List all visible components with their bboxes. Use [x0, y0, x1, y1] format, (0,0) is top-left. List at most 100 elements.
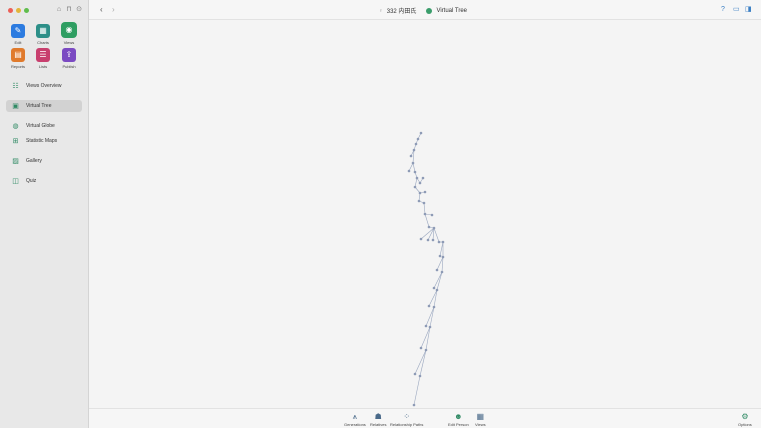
- tree-person-node[interactable]: [430, 213, 434, 217]
- edit-person-icon: ☻: [454, 412, 463, 421]
- tree-person-node[interactable]: [416, 137, 420, 141]
- tree-person-node[interactable]: [418, 374, 422, 378]
- tile-publish[interactable]: ⇪ Publish: [59, 48, 79, 69]
- tree-person-node[interactable]: [421, 176, 425, 180]
- charts-icon: ▦: [36, 24, 50, 38]
- tree-person-node[interactable]: [428, 325, 432, 329]
- minimize-window-button[interactable]: [16, 8, 21, 13]
- tile-views[interactable]: ◉ Views: [59, 22, 79, 45]
- close-window-button[interactable]: [8, 8, 13, 13]
- edit-person-button[interactable]: ☻ Edit Person: [448, 412, 469, 427]
- tree-person-node[interactable]: [424, 348, 428, 352]
- forward-arrow-icon[interactable]: ›: [112, 5, 115, 15]
- tree-person-node[interactable]: [409, 154, 413, 158]
- tree-person-node[interactable]: [411, 161, 415, 165]
- tree-person-node[interactable]: [413, 372, 417, 376]
- tree-person-node[interactable]: [413, 170, 417, 174]
- virtual-tree-icon: ▣: [12, 102, 19, 110]
- current-person[interactable]: 332 内田氏: [387, 6, 417, 15]
- window-icon[interactable]: ▭: [733, 5, 740, 14]
- reports-icon: ▤: [11, 48, 25, 62]
- tree-person-node[interactable]: [417, 199, 421, 203]
- tree-edge: [424, 213, 430, 228]
- tile-lists-label: Lists: [38, 64, 48, 69]
- tree-edge: [439, 241, 444, 257]
- tree-person-node[interactable]: [427, 304, 431, 308]
- tree-person-node[interactable]: [437, 240, 441, 244]
- sidebar-item-label: Virtual Tree: [26, 103, 52, 109]
- tree-edge: [423, 202, 426, 215]
- generations-button[interactable]: ⩚ Generations: [344, 412, 366, 427]
- search-person-icon[interactable]: ⊙: [75, 6, 83, 14]
- tree-person-node[interactable]: [412, 403, 416, 407]
- toolbar-title: ♀ 332 内田氏 Virtual Tree: [379, 6, 467, 15]
- publish-icon: ⇪: [62, 48, 76, 62]
- relatives-button[interactable]: ☗ Relatives: [370, 412, 386, 427]
- views-grid-icon: ▦: [476, 412, 485, 421]
- tree-edge: [414, 177, 418, 188]
- back-arrow-icon[interactable]: ‹: [100, 5, 103, 15]
- tree-person-node[interactable]: [415, 176, 419, 180]
- generations-icon: ⩚: [352, 412, 358, 421]
- tile-lists[interactable]: ☰ Lists: [33, 48, 53, 69]
- tree-person-node[interactable]: [422, 201, 426, 205]
- help-icon[interactable]: ?: [721, 5, 725, 14]
- tree-person-node[interactable]: [419, 346, 423, 350]
- tree-person-node[interactable]: [432, 305, 436, 309]
- views-overview-icon: ☷: [12, 82, 19, 90]
- tree-person-node[interactable]: [432, 286, 436, 290]
- sidebar: ⌂ ⊓ ⊙ ✎ Edit ▦ Charts ◉ Views ▤ Reports …: [0, 0, 89, 428]
- virtual-tree-canvas[interactable]: [89, 20, 761, 408]
- tile-reports[interactable]: ▤ Reports: [8, 48, 28, 69]
- options-gear-icon: ⚙: [741, 412, 749, 421]
- sidebar-item-quiz[interactable]: ◫ Quiz: [6, 175, 82, 187]
- bookmark-icon[interactable]: ⊓: [65, 6, 73, 14]
- tree-person-node[interactable]: [432, 226, 436, 230]
- tree-person-node[interactable]: [438, 254, 442, 258]
- tree-person-node[interactable]: [423, 212, 427, 216]
- sidebar-item-gallery[interactable]: ▨ Gallery: [6, 155, 82, 167]
- tree-person-node[interactable]: [414, 142, 418, 146]
- tree-person-node[interactable]: [427, 225, 431, 229]
- sidebar-item-statistic-maps[interactable]: ⊞ Statistic Maps: [6, 135, 82, 147]
- tree-person-node[interactable]: [440, 270, 444, 274]
- statistic-maps-icon: ⊞: [12, 137, 19, 145]
- tile-charts[interactable]: ▦ Charts: [33, 24, 53, 45]
- tree-edge: [429, 306, 435, 328]
- tree-edge: [419, 349, 427, 377]
- tree-edge: [408, 162, 414, 172]
- tree-person-node[interactable]: [419, 131, 423, 135]
- tree-person-node[interactable]: [426, 238, 430, 242]
- virtual-tree-graph[interactable]: [89, 20, 761, 408]
- relationship-paths-button[interactable]: ⁘ Relationship Paths: [390, 412, 423, 427]
- tree-person-node[interactable]: [423, 190, 427, 194]
- options-label: Options: [738, 422, 752, 427]
- tree-person-node[interactable]: [419, 237, 423, 241]
- sidebar-item-virtual-globe[interactable]: ◍ Virtual Globe: [6, 120, 82, 132]
- sidebar-item-views-overview[interactable]: ☷ Views Overview: [6, 80, 82, 92]
- sidebar-toggle-icon[interactable]: ◨: [745, 5, 752, 14]
- options-button[interactable]: ⚙ Options: [738, 412, 752, 427]
- sidebar-item-virtual-tree[interactable]: ▣ Virtual Tree: [6, 100, 82, 112]
- tree-edge: [414, 349, 427, 375]
- tree-person-node[interactable]: [412, 148, 416, 152]
- views-button[interactable]: ▦ Views: [475, 412, 486, 427]
- globe-icon: ◍: [12, 122, 19, 130]
- bottom-toolbar: ⩚ Generations ☗ Relatives ⁘ Relationship…: [89, 408, 761, 428]
- tile-views-label: Views: [63, 40, 75, 45]
- tree-person-node[interactable]: [407, 169, 411, 173]
- tree-person-node[interactable]: [435, 288, 439, 292]
- tile-reports-label: Reports: [10, 64, 25, 69]
- generations-label: Generations: [344, 422, 366, 427]
- tile-edit[interactable]: ✎ Edit: [8, 24, 28, 45]
- tree-person-node[interactable]: [418, 181, 422, 185]
- tree-person-node[interactable]: [431, 238, 435, 242]
- tree-person-node[interactable]: [435, 268, 439, 272]
- tree-person-node[interactable]: [424, 324, 428, 328]
- tree-person-node[interactable]: [441, 255, 445, 259]
- zoom-window-button[interactable]: [24, 8, 29, 13]
- tree-person-node[interactable]: [418, 191, 422, 195]
- tree-person-node[interactable]: [441, 240, 445, 244]
- tree-person-node[interactable]: [413, 185, 417, 189]
- tag-icon[interactable]: ⌂: [55, 6, 63, 14]
